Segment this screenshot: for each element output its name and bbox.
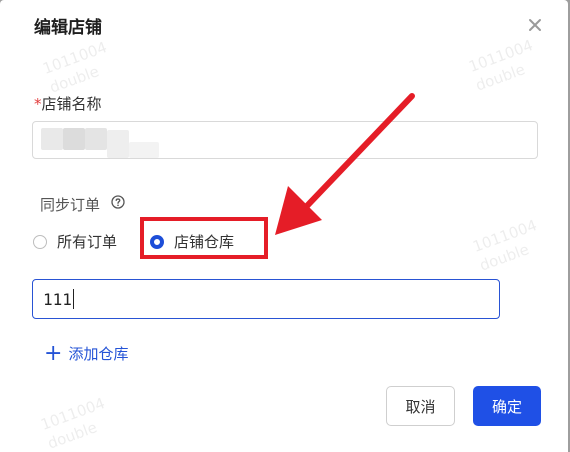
warehouse-input-value: 111 [43,289,72,309]
dialog-title: 编辑店铺 [34,18,102,38]
required-mark: * [34,95,42,113]
warehouse-input[interactable]: 111 [32,279,500,319]
question-circle-icon[interactable] [111,194,125,209]
add-warehouse-label: 添加仓库 [68,345,129,363]
add-warehouse-link[interactable]: + 添加仓库 [44,340,129,366]
redacted-text [41,128,63,150]
redacted-text [85,128,107,150]
close-icon[interactable] [526,16,544,34]
watermark: 1011004 double [40,38,110,97]
redacted-text [107,130,129,158]
cancel-button[interactable]: 取消 [386,386,455,426]
sync-orders-label: 同步订单 [40,196,101,214]
store-name-input[interactable] [32,121,538,159]
text-caret [72,289,74,309]
radio-all-orders[interactable]: 所有订单 [33,231,117,252]
annotation-arrow [275,93,415,235]
edit-store-dialog: 1011004 double 1011004 double 1011004 do… [0,0,568,452]
radio-label: 所有订单 [57,233,118,251]
plus-icon: + [44,340,63,366]
confirm-button[interactable]: 确定 [473,386,541,426]
annotation-highlight-box [140,217,268,259]
store-name-label: *店铺名称 [34,95,102,113]
watermark: 1011004 double [470,216,540,275]
redacted-text [63,128,85,150]
radio-circle-icon [33,234,47,249]
watermark: 1011004 double [466,36,536,95]
watermark: 1011004 double [38,394,108,452]
redacted-text [129,142,159,158]
